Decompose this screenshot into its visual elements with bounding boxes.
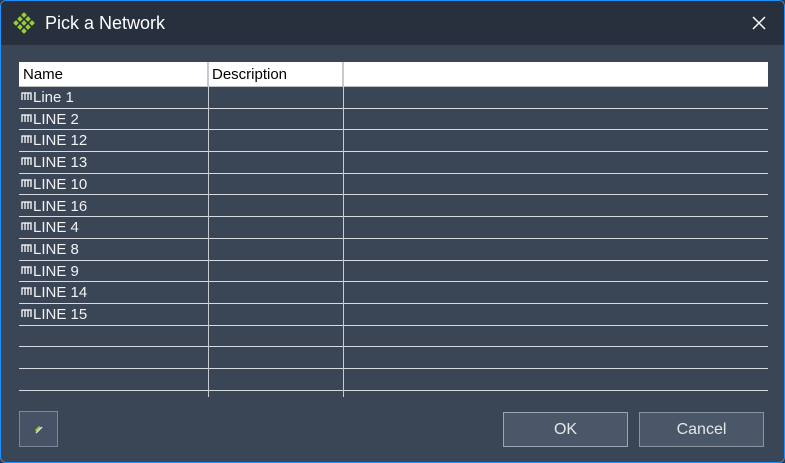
row-label: Line 1 [33,89,74,106]
diamond-grid-icon [13,12,35,34]
row-name: LINE 13 [21,154,87,171]
empty-row [19,326,768,348]
title-bar: Pick a Network [1,1,784,45]
pick-network-dialog: Pick a Network Name Description Line 1 LI… [0,0,785,463]
row-name: LINE 12 [21,132,87,149]
row-name: LINE 4 [21,219,79,236]
row-label: LINE 12 [33,132,88,150]
row-name: LINE 15 [21,306,87,323]
network-icon [21,222,32,231]
table-row[interactable]: LINE 4 [19,217,768,239]
column-divider [343,62,344,397]
network-icon [21,179,32,187]
row-label: LINE 9 [33,262,79,280]
tool-icon [34,426,42,434]
network-grid[interactable]: Name Description Line 1 LINE 2 LINE 12 LINE… [19,62,768,397]
row-label: LINE 2 [33,110,79,128]
row-name: LINE 8 [21,241,79,258]
network-icon [21,309,32,317]
column-divider [208,62,209,397]
row-name: Line 1 [21,89,74,106]
network-icon [21,287,32,296]
table-row[interactable]: LINE 13 [19,152,768,174]
network-icon [21,114,32,122]
column-header-name[interactable]: Name [19,62,208,87]
table-row[interactable]: LINE 2 [19,109,768,131]
network-icon [21,157,32,166]
table-row[interactable]: LINE 15 [19,304,768,326]
network-icon [21,135,32,144]
column-header-description[interactable]: Description [208,62,343,87]
row-name: LINE 10 [21,176,87,193]
column-header-extra [343,62,768,87]
empty-row [19,347,768,370]
close-button[interactable] [743,7,775,39]
empty-row [19,369,768,391]
grid-header: Name Description [19,62,768,87]
row-label: LINE 13 [33,154,88,172]
row-label: LINE 10 [33,175,88,193]
row-name: LINE 2 [21,111,79,128]
close-icon [752,16,766,30]
row-name: LINE 9 [21,263,79,280]
table-row[interactable]: LINE 14 [19,282,768,304]
row-label: LINE 8 [33,240,79,258]
table-row[interactable]: LINE 8 [19,239,768,261]
table-row[interactable]: LINE 12 [19,130,768,153]
cancel-button[interactable]: Cancel [639,412,764,447]
row-label: LINE 4 [33,219,79,237]
tool-button[interactable] [19,411,58,447]
ok-button[interactable]: OK [503,412,628,447]
network-icon [21,200,32,209]
row-label: LINE 14 [33,284,88,302]
window-title: Pick a Network [45,13,166,33]
row-label: LINE 15 [33,306,88,323]
network-icon [21,244,32,252]
table-row[interactable]: Line 1 [19,87,768,109]
network-icon [21,265,32,274]
network-icon [21,92,32,100]
row-label: LINE 16 [33,197,88,215]
row-name: LINE 16 [21,198,87,215]
table-row[interactable]: LINE 9 [19,261,768,283]
row-name: LINE 14 [21,284,87,301]
table-row[interactable]: LINE 10 [19,174,768,196]
table-row[interactable]: LINE 16 [19,196,768,218]
